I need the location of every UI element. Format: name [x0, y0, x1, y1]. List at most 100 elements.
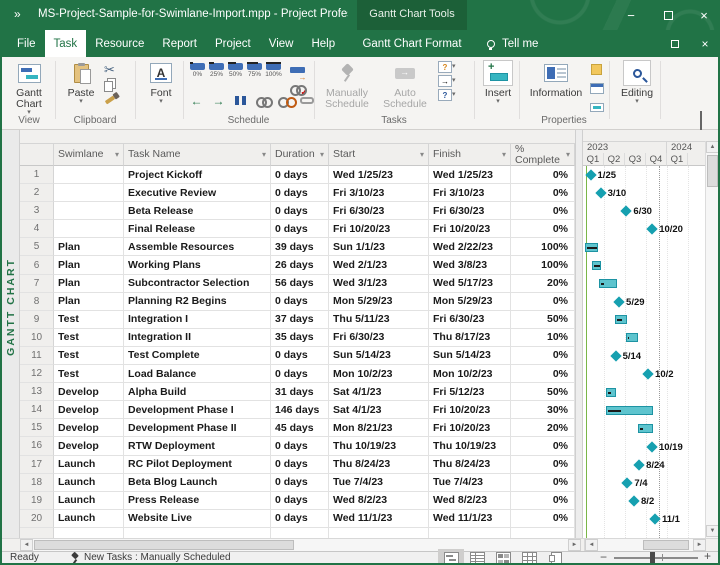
cell-swimlane[interactable]: Test: [54, 328, 124, 347]
cell-duration[interactable]: 56 days: [271, 274, 329, 293]
quarter-2023-q2[interactable]: Q2: [604, 153, 625, 166]
collapse-ribbon-button[interactable]: [700, 111, 702, 131]
tab-project[interactable]: Project: [206, 30, 260, 57]
zoom-track[interactable]: [614, 557, 698, 559]
year-2023[interactable]: 2023: [583, 141, 667, 153]
cell-swimlane[interactable]: Develop: [54, 437, 124, 456]
cell-duration[interactable]: 0 days: [271, 184, 329, 203]
quick-access-toolbar[interactable]: »: [14, 7, 21, 21]
cell-swimlane[interactable]: Plan: [54, 274, 124, 293]
cell-start[interactable]: Mon 5/29/23: [329, 292, 429, 311]
row-number[interactable]: 13: [20, 383, 54, 402]
milestone-diamond[interactable]: [628, 495, 640, 507]
milestone-diamond[interactable]: [620, 205, 633, 217]
cell-finish[interactable]: Tue 7/4/23: [429, 473, 511, 492]
cell-finish[interactable]: Wed 1/25/23: [429, 166, 511, 185]
cell-finish[interactable]: Wed 3/8/23: [429, 256, 511, 275]
cell-duration[interactable]: 0 days: [271, 292, 329, 311]
cell-finish[interactable]: Fri 10/20/23: [429, 401, 511, 420]
cell-start[interactable]: Sun 1/1/23: [329, 238, 429, 257]
cell-swimlane[interactable]: Launch: [54, 509, 124, 528]
cell-duration[interactable]: 0 days: [271, 473, 329, 492]
task-bar[interactable]: [605, 405, 653, 415]
filter-chevron-icon[interactable]: ▾: [262, 149, 266, 160]
cell-start[interactable]: Fri 3/10/23: [329, 184, 429, 203]
cell-duration[interactable]: 39 days: [271, 238, 329, 257]
unlink-tasks-button[interactable]: [276, 93, 297, 108]
row-number[interactable]: 7: [20, 274, 54, 293]
vertical-scroll-thumb[interactable]: [707, 155, 718, 187]
filter-chevron-icon[interactable]: ▾: [566, 149, 570, 160]
row-number[interactable]: 3: [20, 202, 54, 221]
cell-duration[interactable]: 0 days: [271, 509, 329, 528]
cell-start[interactable]: Wed 8/2/23: [329, 491, 429, 510]
cell-pct-complete[interactable]: 0%: [511, 455, 575, 474]
task-details-button[interactable]: [588, 81, 605, 96]
cell-pct-complete[interactable]: 20%: [511, 419, 575, 438]
cell-finish[interactable]: Thu 8/17/23: [429, 328, 511, 347]
cell-swimlane[interactable]: Launch: [54, 491, 124, 510]
cell-pct-complete[interactable]: 0%: [511, 365, 575, 384]
tab-report[interactable]: Report: [153, 30, 206, 57]
milestone-diamond[interactable]: [633, 458, 645, 471]
cell-pct-complete[interactable]: 30%: [511, 401, 575, 420]
row-number[interactable]: 19: [20, 491, 54, 510]
cell-empty[interactable]: [124, 527, 271, 538]
move-task-button[interactable]: → ▾: [438, 75, 456, 87]
filter-chevron-icon[interactable]: ▾: [420, 149, 424, 160]
milestone-diamond[interactable]: [609, 350, 622, 362]
scroll-down-button[interactable]: ▼: [706, 525, 719, 537]
row-number[interactable]: 17: [20, 455, 54, 474]
cut-button[interactable]: ✂: [101, 62, 118, 77]
column-header-start[interactable]: Start ▾: [329, 143, 429, 166]
row-number[interactable]: 20: [20, 509, 54, 528]
paste-button[interactable]: Paste ▾: [62, 60, 100, 105]
cell-task-name[interactable]: Development Phase I: [124, 401, 271, 420]
cell-finish[interactable]: Mon 10/2/23: [429, 365, 511, 384]
quarter-2023-q4[interactable]: Q4: [646, 153, 667, 166]
cell-start[interactable]: Sat 4/1/23: [329, 401, 429, 420]
task-bar[interactable]: [585, 242, 598, 252]
doc-restore-button[interactable]: [660, 30, 690, 57]
link-tasks-button[interactable]: [254, 93, 273, 108]
cell-task-name[interactable]: Project Kickoff: [124, 166, 271, 185]
year-2024[interactable]: 2024: [667, 141, 707, 153]
manually-schedule-button[interactable]: Manually Schedule: [320, 60, 374, 110]
cell-task-name[interactable]: RTW Deployment: [124, 437, 271, 456]
cell-swimlane[interactable]: [54, 184, 124, 203]
tab-resource[interactable]: Resource: [86, 30, 153, 57]
cell-swimlane[interactable]: Plan: [54, 292, 124, 311]
cell-duration[interactable]: 26 days: [271, 256, 329, 275]
zoom-thumb[interactable]: [650, 552, 655, 563]
cell-finish[interactable]: Fri 10/20/23: [429, 220, 511, 239]
row-number[interactable]: [20, 527, 54, 538]
information-button[interactable]: Information: [525, 60, 587, 99]
row-number[interactable]: 15: [20, 419, 54, 438]
cell-swimlane[interactable]: Plan: [54, 256, 124, 275]
task-bar[interactable]: [605, 387, 616, 397]
cell-pct-complete[interactable]: 0%: [511, 437, 575, 456]
quarter-2023-q1[interactable]: Q1: [583, 153, 604, 166]
cell-finish[interactable]: Fri 10/20/23: [429, 419, 511, 438]
cell-swimlane[interactable]: Test: [54, 310, 124, 329]
task-usage-view-shortcut[interactable]: [464, 549, 490, 565]
percent-100--button[interactable]: 100%: [264, 62, 283, 78]
cell-pct-complete[interactable]: 10%: [511, 328, 575, 347]
percent-0--button[interactable]: 0%: [188, 62, 207, 78]
task-bar[interactable]: [598, 279, 617, 289]
cell-pct-complete[interactable]: 50%: [511, 310, 575, 329]
task-bar[interactable]: [626, 333, 639, 343]
column-header-finish[interactable]: Finish ▾: [429, 143, 511, 166]
cell-start[interactable]: Tue 7/4/23: [329, 473, 429, 492]
zoom-in-button[interactable]: +: [704, 549, 711, 563]
cell-start[interactable]: Wed 2/1/23: [329, 256, 429, 275]
cell-pct-complete[interactable]: 0%: [511, 509, 575, 528]
task-bar[interactable]: [638, 423, 653, 433]
auto-schedule-button[interactable]: Auto Schedule: [378, 60, 432, 110]
row-number[interactable]: 12: [20, 365, 54, 384]
row-number[interactable]: 18: [20, 473, 54, 492]
cell-task-name[interactable]: Executive Review: [124, 184, 271, 203]
cell-task-name[interactable]: Final Release: [124, 220, 271, 239]
inspect-task-button[interactable]: ? ▾: [438, 61, 456, 73]
cell-finish[interactable]: Wed 2/22/23: [429, 238, 511, 257]
